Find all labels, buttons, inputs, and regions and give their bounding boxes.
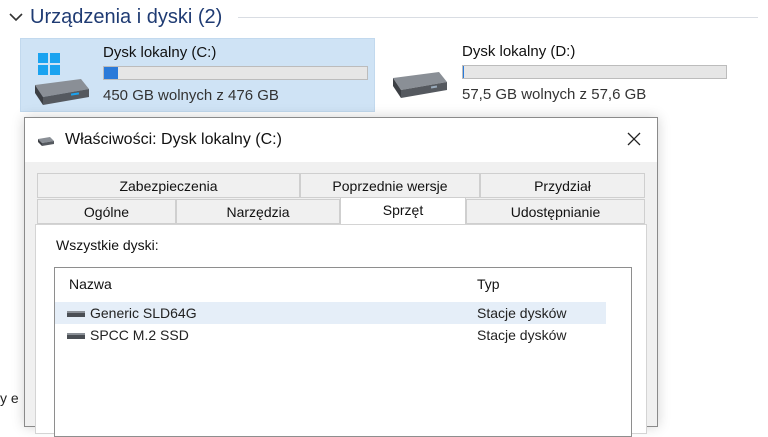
- drive-d-usage-fill: [463, 66, 464, 78]
- background-text-fragment: y e: [0, 390, 19, 406]
- drive-d-usage-bar: [462, 65, 727, 79]
- column-name-header[interactable]: Nazwa: [69, 276, 112, 292]
- close-button[interactable]: [617, 124, 651, 154]
- tab-hardware[interactable]: Sprzęt: [340, 197, 466, 225]
- disks-list[interactable]: Nazwa Typ Generic SLD64G Stacje dysków S…: [54, 267, 632, 437]
- drive-icon: [67, 333, 85, 339]
- devices-section-header[interactable]: Urządzenia i dyski (2): [8, 3, 222, 31]
- list-header: Nazwa Typ: [55, 268, 631, 298]
- drive-c-tile[interactable]: Dysk lokalny (C:) 450 GB wolnych z 476 G…: [20, 38, 375, 112]
- tab-previous-versions[interactable]: Poprzednie wersje: [300, 173, 480, 198]
- drive-icon: [38, 137, 54, 146]
- hardware-tab-panel: Wszystkie dyski: Nazwa Typ Generic SLD64…: [35, 224, 647, 437]
- drive-c-name: Dysk lokalny (C:): [103, 44, 217, 61]
- all-disks-label: Wszystkie dyski:: [56, 237, 159, 253]
- dialog-title: Właściwości: Dysk lokalny (C:): [65, 131, 282, 148]
- drive-c-usage-bar: [103, 66, 368, 80]
- windows-drive-icon: [35, 53, 89, 105]
- hard-drive-icon: [393, 72, 447, 98]
- drive-icon: [67, 311, 85, 317]
- disk-name: SPCC M.2 SSD: [90, 327, 189, 343]
- list-item[interactable]: Generic SLD64G Stacje dysków: [55, 302, 606, 324]
- tab-sharing[interactable]: Udostępnianie: [466, 199, 645, 224]
- drive-c-free-space: 450 GB wolnych z 476 GB: [103, 87, 279, 104]
- section-divider: [238, 17, 758, 18]
- column-type-header[interactable]: Typ: [477, 276, 500, 292]
- list-item[interactable]: SPCC M.2 SSD Stacje dysków: [55, 324, 606, 346]
- tab-tools[interactable]: Narzędzia: [176, 199, 340, 224]
- tab-security[interactable]: Zabezpieczenia: [37, 173, 300, 198]
- section-title: Urządzenia i dyski (2): [30, 5, 223, 28]
- tab-strip: Zabezpieczenia Poprzednie wersje Przydzi…: [37, 173, 645, 225]
- disk-type: Stacje dysków: [477, 327, 567, 343]
- tab-general[interactable]: Ogólne: [37, 199, 176, 224]
- drive-d-name: Dysk lokalny (D:): [462, 43, 576, 60]
- drive-d-tile[interactable]: Dysk lokalny (D:) 57,5 GB wolnych z 57,6…: [385, 38, 730, 112]
- chevron-down-icon: [9, 13, 23, 22]
- disk-type: Stacje dysków: [477, 305, 567, 321]
- drive-d-free-space: 57,5 GB wolnych z 57,6 GB: [462, 86, 647, 103]
- close-icon: [627, 132, 641, 146]
- properties-dialog: Właściwości: Dysk lokalny (C:) Zabezpiec…: [24, 117, 658, 437]
- tab-quota[interactable]: Przydział: [480, 173, 645, 198]
- disk-name: Generic SLD64G: [90, 305, 197, 321]
- drive-c-usage-fill: [104, 67, 119, 79]
- dialog-titlebar[interactable]: Właściwości: Dysk lokalny (C:): [25, 118, 657, 162]
